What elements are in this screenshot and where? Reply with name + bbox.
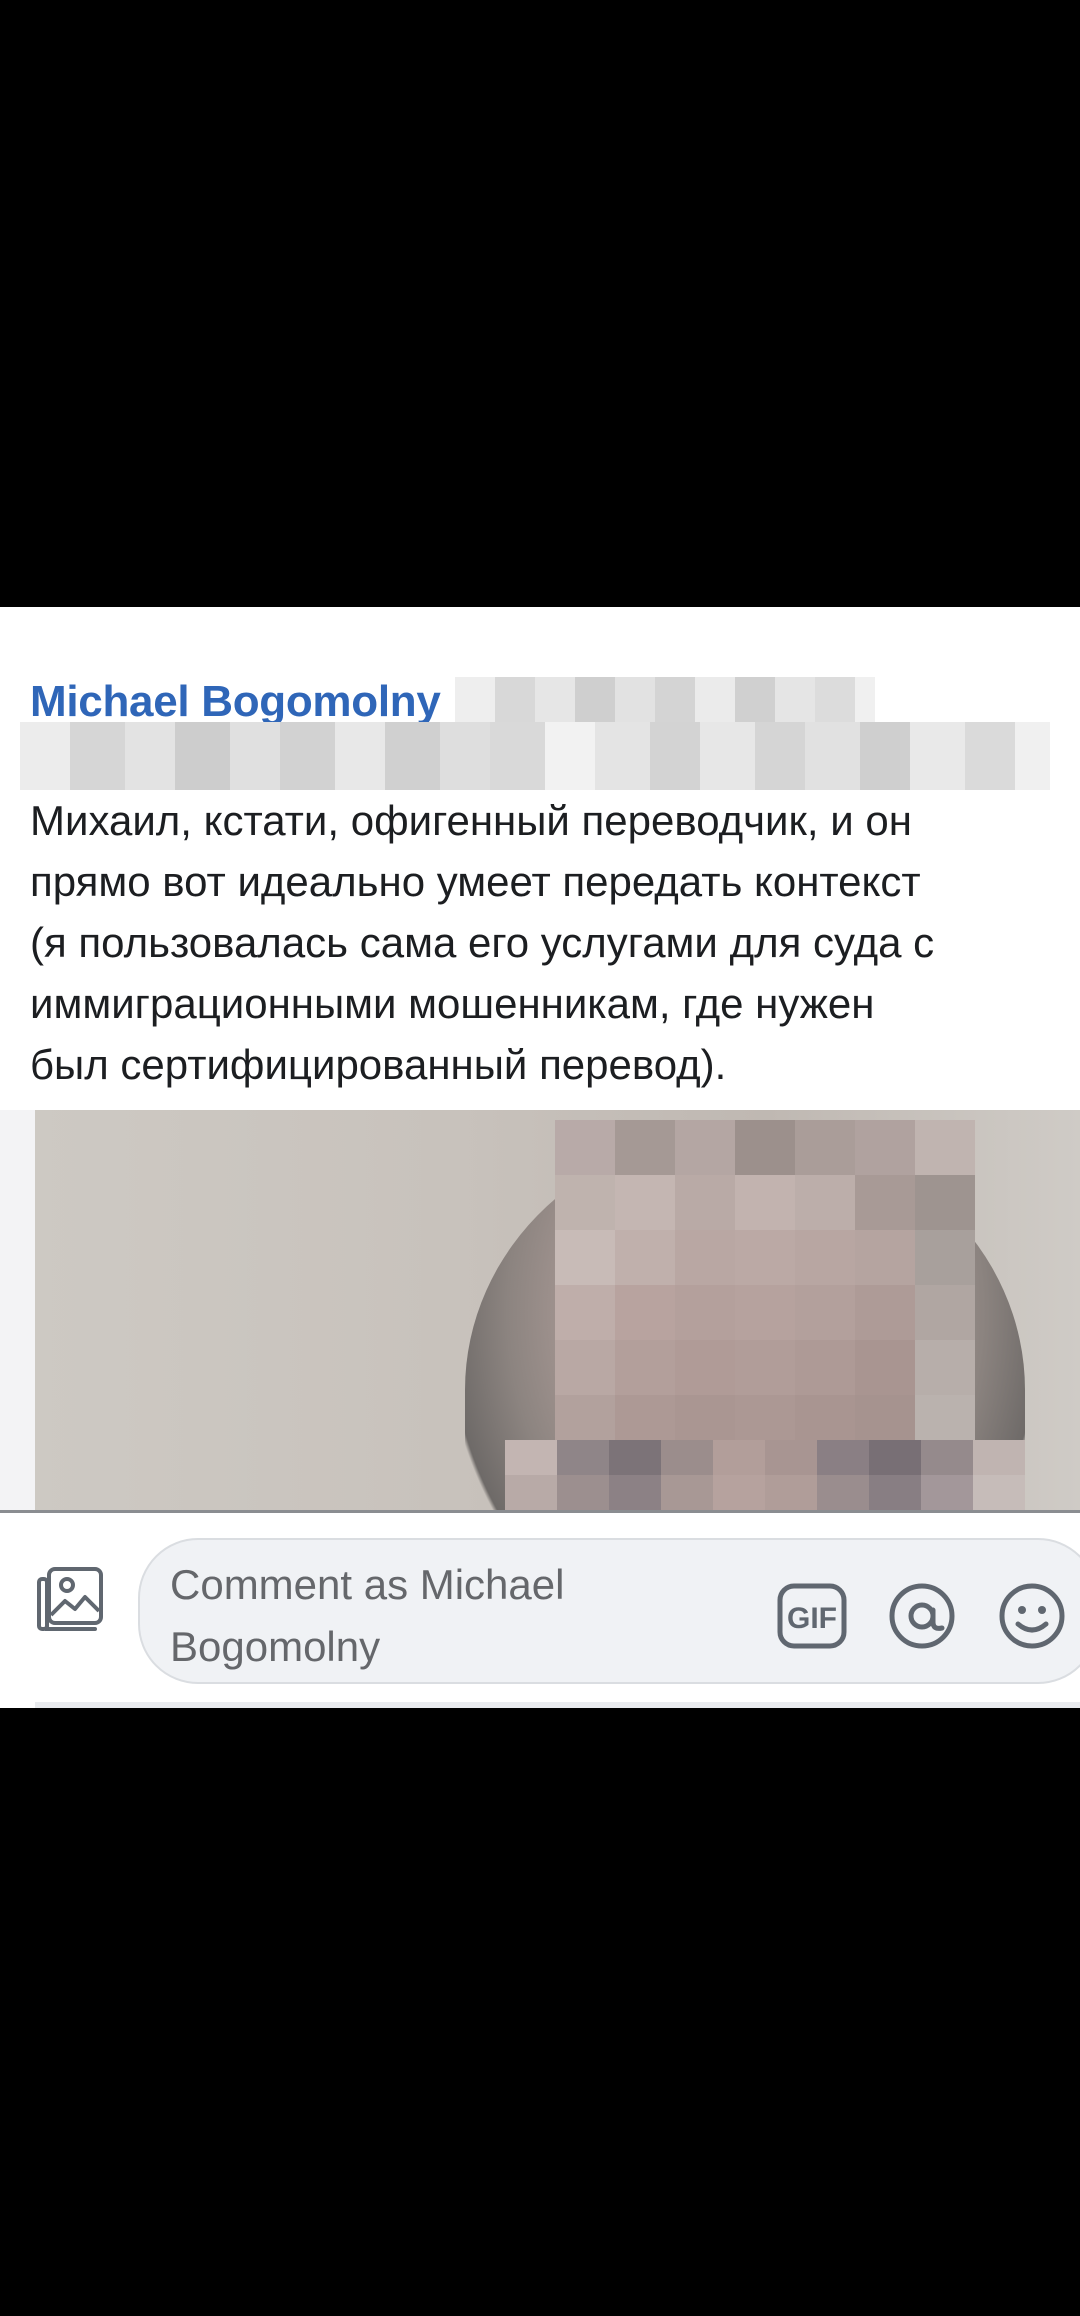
photo-icon[interactable]	[35, 1563, 107, 1635]
svg-text:GIF: GIF	[787, 1602, 837, 1635]
black-letterbox-top	[0, 0, 1080, 607]
pixelated-eyes	[505, 1440, 1025, 1510]
redacted-text-line	[20, 722, 1050, 790]
emoji-icon[interactable]	[996, 1580, 1068, 1652]
comment-composer: Comment as Michael Bogomolny GIF	[0, 1510, 1080, 1708]
gif-icon[interactable]: GIF	[776, 1580, 848, 1652]
comment: Michael Bogomolny Михаил, кстати, офиген…	[0, 607, 1080, 1110]
comment-input-placeholder: Comment as Michael Bogomolny	[170, 1561, 565, 1670]
comment-screen: Michael Bogomolny Михаил, кстати, офиген…	[0, 607, 1080, 1708]
black-letterbox-bottom	[0, 1708, 1080, 2316]
comment-input[interactable]: Comment as Michael Bogomolny GIF	[138, 1538, 1080, 1684]
comment-photo[interactable]	[35, 1110, 1080, 1510]
pixelated-face	[555, 1120, 975, 1450]
comment-text: Михаил, кстати, офигенный переводчик, и …	[30, 797, 935, 1088]
mention-icon[interactable]	[886, 1580, 958, 1652]
author-name-link[interactable]: Michael Bogomolny	[30, 677, 441, 727]
photo-gutter	[0, 1110, 35, 1510]
